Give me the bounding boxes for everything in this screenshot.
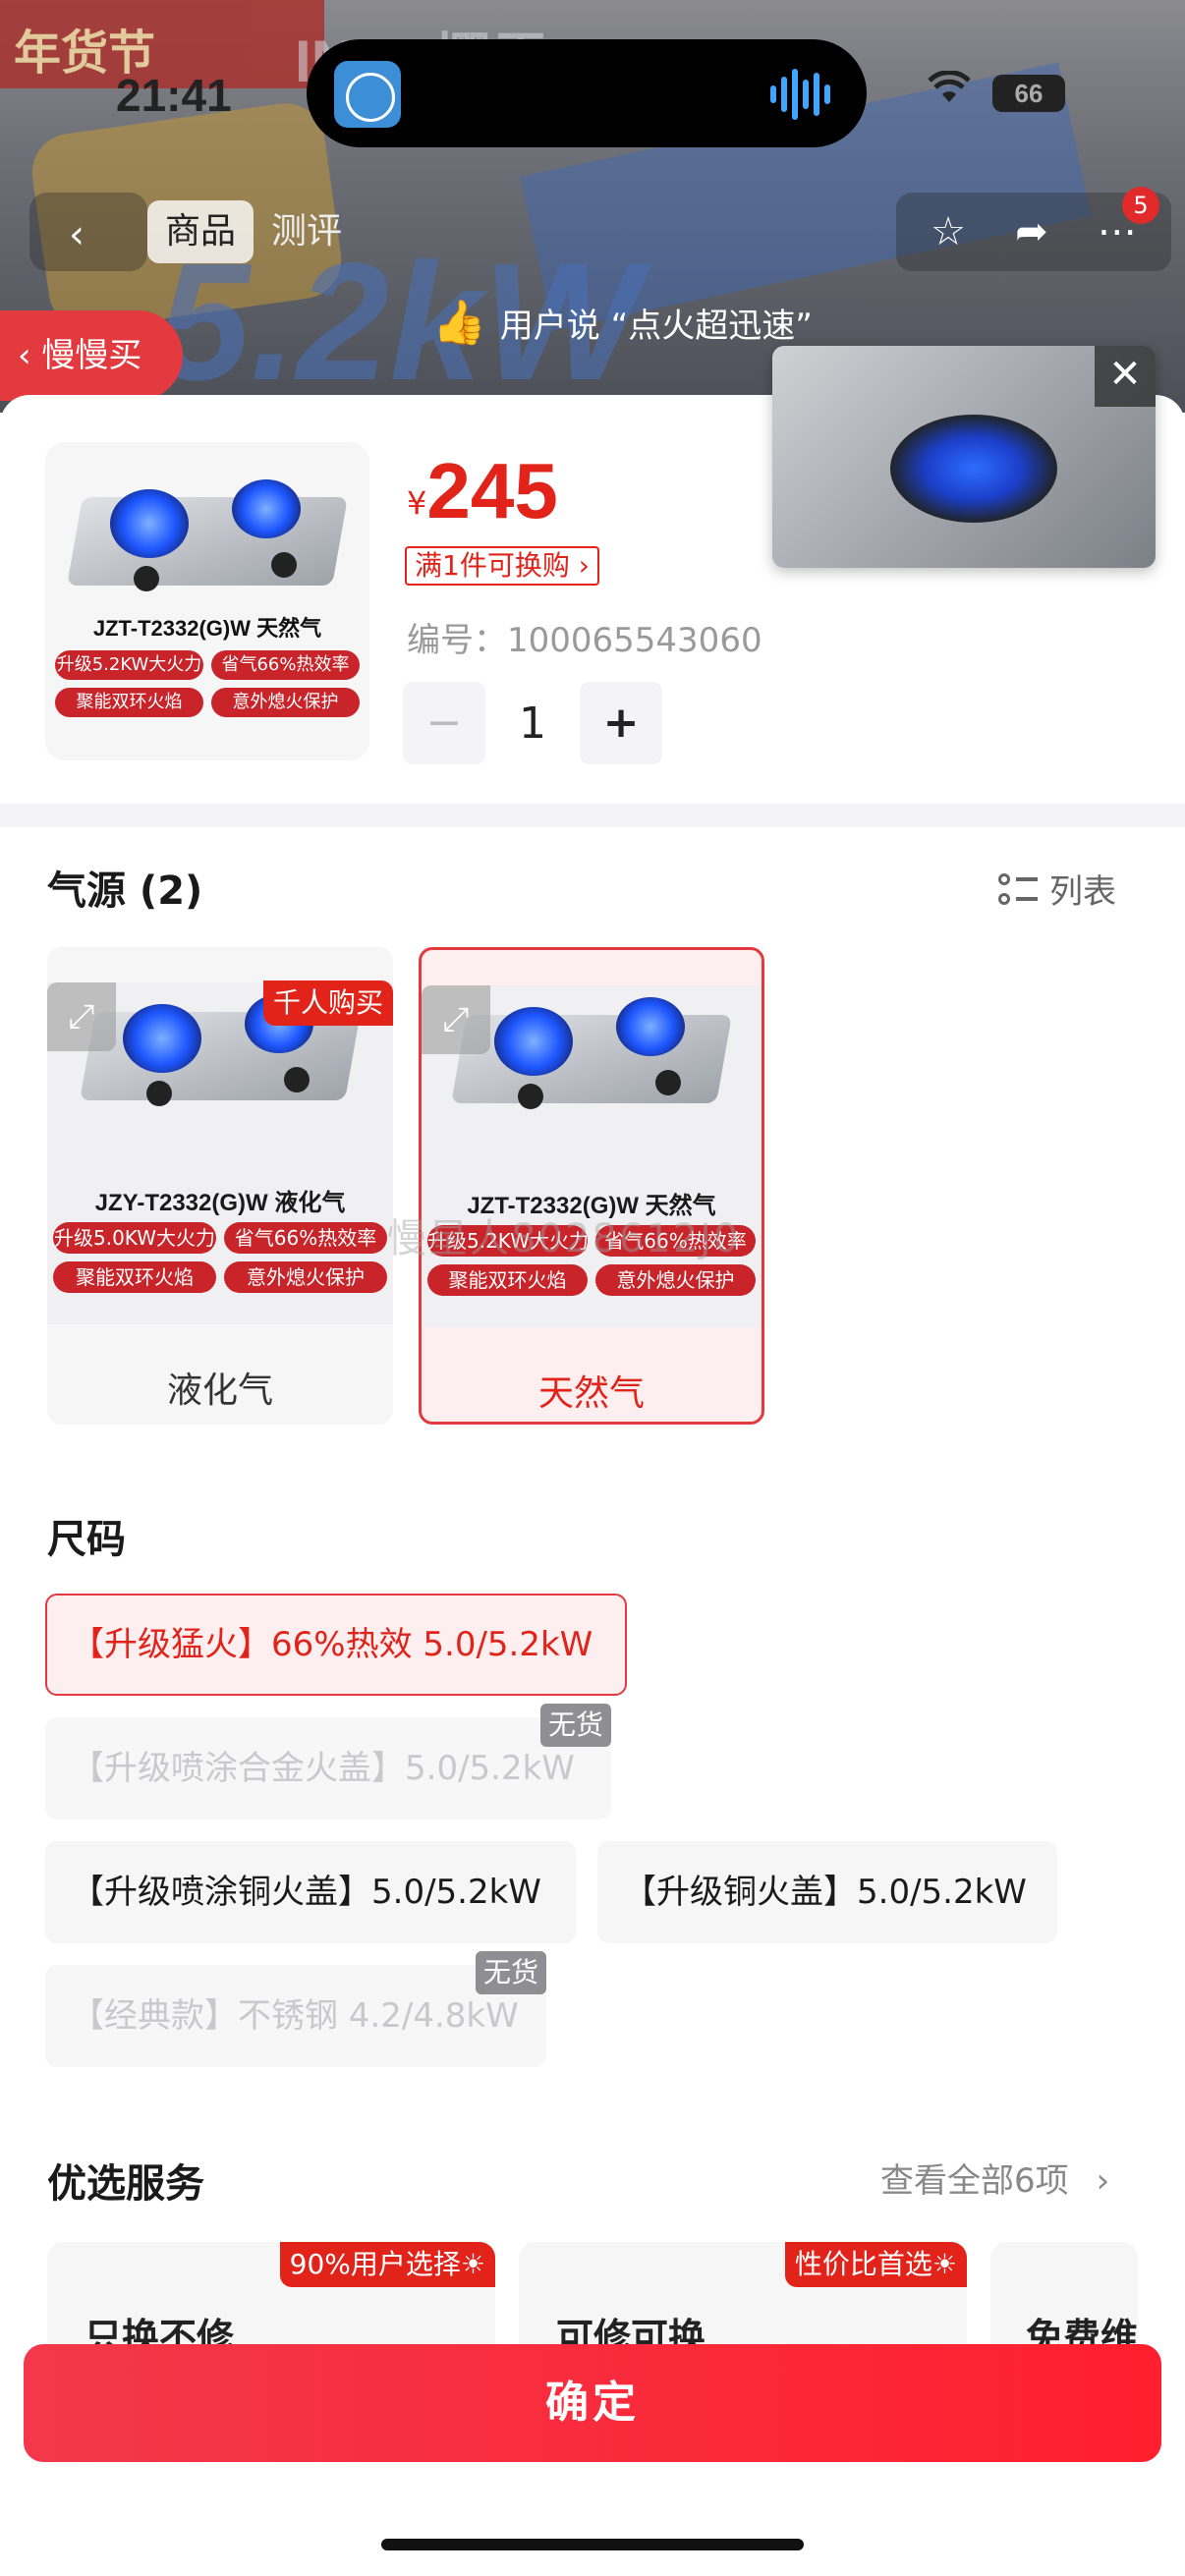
feature-tag: 意外熄火保护	[224, 1261, 387, 1293]
home-indicator	[381, 2539, 804, 2550]
feature-tag: 聚能双环火焰	[427, 1264, 588, 1296]
option-image: ⤢ JZT-T2332(G)W 天然气 升级5.2KW大火力 省气66%热效率 …	[422, 985, 762, 1327]
product-model: JZT-T2332(G)W 天然气	[92, 616, 322, 641]
review-tip: 👍 用户说 “点火超迅速”	[432, 293, 813, 352]
view-all-services-link[interactable]: 查看全部6项 ›	[880, 2154, 1109, 2202]
gas-option-lpg[interactable]: ⤢ 千人购买 JZY-T2332(G)W 液化气 升级5.0KW大火力 省气66…	[47, 947, 393, 1425]
review-tip-text: 用户说 “点火超迅速”	[499, 306, 813, 346]
size-title: 尺码	[47, 1517, 126, 1562]
back-button[interactable]: ‹	[29, 193, 147, 271]
stove-image	[67, 468, 348, 605]
size-option[interactable]: 【升级喷涂合金火盖】5.0/5.2kW 无货	[45, 1704, 611, 1820]
out-of-stock-badge: 无货	[475, 1951, 546, 1994]
product-thumbnail[interactable]: JZT-T2332(G)W 天然气 升级5.2KW大火力 省气66%热效率 聚能…	[45, 442, 369, 760]
nav-tabs: 商品 测评	[147, 193, 360, 271]
feature-tag: 升级5.2KW大火力	[55, 650, 203, 680]
message-badge: 5	[1122, 187, 1159, 224]
services-title: 优选服务	[47, 2161, 204, 2207]
star-icon[interactable]: ☆	[931, 209, 966, 254]
audio-wave-icon	[770, 67, 833, 122]
feature-tag: 聚能双环火焰	[53, 1261, 216, 1293]
out-of-stock-badge: 无货	[539, 1704, 611, 1747]
increase-button[interactable]: +	[580, 682, 662, 764]
slow-buy-button[interactable]: ‹ 慢慢买	[0, 310, 183, 401]
option-image: ⤢ 千人购买 JZY-T2332(G)W 液化气 升级5.0KW大火力 省气66…	[47, 980, 393, 1324]
service-card[interactable]: 免费维	[990, 2242, 1138, 2360]
decrease-button[interactable]: −	[403, 682, 485, 764]
gas-option-natural-gas[interactable]: ⤢ JZT-T2332(G)W 天然气 升级5.2KW大火力 省气66%热效率 …	[419, 947, 764, 1425]
feature-tag: 省气66%热效率	[211, 650, 360, 680]
size-option[interactable]: 【经典款】不锈钢 4.2/4.8kW 无货	[45, 1951, 546, 2067]
tab-review[interactable]: 测评	[254, 200, 360, 263]
confirm-button[interactable]: 确定	[24, 2344, 1161, 2462]
sku-selector-sheet: JZT-T2332(G)W 天然气 升级5.2KW大火力 省气66%热效率 聚能…	[0, 395, 1185, 2576]
quantity-stepper: − 1 +	[403, 682, 662, 764]
app-icon	[334, 61, 401, 128]
quantity-value[interactable]: 1	[485, 699, 580, 749]
exchange-offer-tag[interactable]: 满1件可换购 ›	[405, 546, 599, 586]
option-name: 天然气	[537, 1373, 645, 1414]
price: ¥245	[407, 446, 558, 536]
sku-number: 编号：100065543060	[407, 621, 762, 660]
popular-badge: 千人购买	[262, 980, 393, 1026]
option-model: JZY-T2332(G)W 液化气	[94, 1190, 346, 1216]
size-option[interactable]: 【升级喷涂铜火盖】5.0/5.2kW	[45, 1841, 576, 1943]
burner-flame-image	[890, 415, 1057, 523]
expand-icon[interactable]: ⤢	[47, 982, 116, 1051]
list-view-toggle[interactable]: 列表	[998, 865, 1116, 913]
stove-image	[451, 985, 732, 1123]
service-badge: 90%用户选择☀	[279, 2242, 495, 2287]
chevron-right-icon: ›	[1096, 2161, 1110, 2201]
watermark: 慢星人8028612J0	[387, 1216, 741, 1261]
battery-indicator: 66	[992, 75, 1065, 112]
feature-tag: 意外熄火保护	[595, 1264, 756, 1296]
share-icon[interactable]: ➦	[1015, 209, 1048, 254]
status-time: 21:41	[116, 70, 232, 121]
feature-tag: 意外熄火保护	[211, 688, 360, 717]
thumbs-up-icon: 👍	[432, 298, 486, 348]
video-preview[interactable]: ✕	[772, 346, 1156, 568]
feature-tag: 升级5.0KW大火力	[53, 1222, 216, 1254]
divider	[0, 804, 1185, 827]
gas-source-title: 气源 (2)	[47, 868, 203, 914]
price-value: 245	[426, 447, 558, 534]
size-option[interactable]: 【升级猛火】66%热效 5.0/5.2kW	[45, 1594, 627, 1696]
list-icon	[998, 869, 1038, 909]
wifi-icon	[928, 71, 971, 102]
feature-tag: 聚能双环火焰	[55, 688, 203, 717]
chevron-left-icon: ‹	[69, 212, 85, 257]
expand-icon[interactable]: ⤢	[422, 985, 490, 1054]
close-icon[interactable]: ✕	[1095, 346, 1156, 407]
tab-product[interactable]: 商品	[147, 200, 254, 263]
option-feature-tags: 升级5.0KW大火力 省气66%热效率 聚能双环火焰 意外熄火保护	[47, 1222, 393, 1293]
dynamic-island	[307, 39, 867, 147]
service-badge: 性价比首选☀	[784, 2242, 967, 2287]
service-card[interactable]: 性价比首选☀ 可修可换	[519, 2242, 967, 2360]
size-option[interactable]: 【升级铜火盖】5.0/5.2kW	[597, 1841, 1057, 1943]
product-feature-tags: 升级5.2KW大火力 省气66%热效率 聚能双环火焰 意外熄火保护	[45, 643, 369, 717]
option-name: 液化气	[166, 1371, 273, 1411]
feature-tag: 省气66%热效率	[224, 1222, 387, 1254]
service-card[interactable]: 90%用户选择☀ 只换不修	[47, 2242, 495, 2360]
currency-symbol: ¥	[407, 484, 427, 522]
